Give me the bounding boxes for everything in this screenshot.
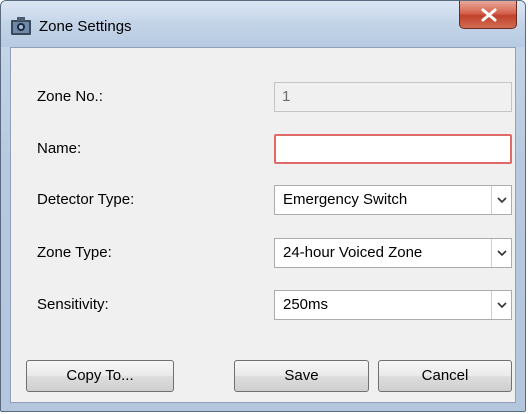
sensitivity-value: 250ms — [283, 296, 329, 313]
zone-type-label: Zone Type: — [37, 244, 112, 261]
zone-settings-window: Zone Settings Zone No.: 1 Name: Detector… — [0, 0, 526, 412]
close-button[interactable] — [459, 1, 517, 29]
detector-type-select[interactable]: Emergency Switch — [274, 185, 512, 215]
form-panel: Zone No.: 1 Name: Detector Type: Emergen… — [10, 47, 516, 403]
cancel-button[interactable]: Cancel — [378, 360, 512, 392]
sensitivity-select[interactable]: 250ms — [274, 290, 512, 320]
copy-to-button[interactable]: Copy To... — [26, 360, 174, 392]
detector-type-label: Detector Type: — [37, 191, 135, 208]
window-title: Zone Settings — [39, 18, 132, 35]
chevron-down-icon[interactable] — [491, 291, 511, 319]
close-x-icon — [481, 8, 497, 22]
zone-no-label: Zone No.: — [37, 88, 103, 105]
save-button[interactable]: Save — [234, 360, 369, 392]
chevron-down-icon[interactable] — [491, 186, 511, 214]
name-input[interactable] — [274, 134, 512, 164]
zone-no-field: 1 — [274, 82, 512, 112]
sensitivity-label: Sensitivity: — [37, 296, 109, 313]
name-label: Name: — [37, 140, 82, 157]
zone-type-select[interactable]: 24-hour Voiced Zone — [274, 238, 512, 268]
app-camera-icon — [11, 17, 31, 35]
detector-type-value: Emergency Switch — [283, 191, 408, 208]
title-bar[interactable]: Zone Settings — [1, 1, 525, 47]
zone-type-value: 24-hour Voiced Zone — [283, 244, 423, 261]
chevron-down-icon[interactable] — [491, 239, 511, 267]
